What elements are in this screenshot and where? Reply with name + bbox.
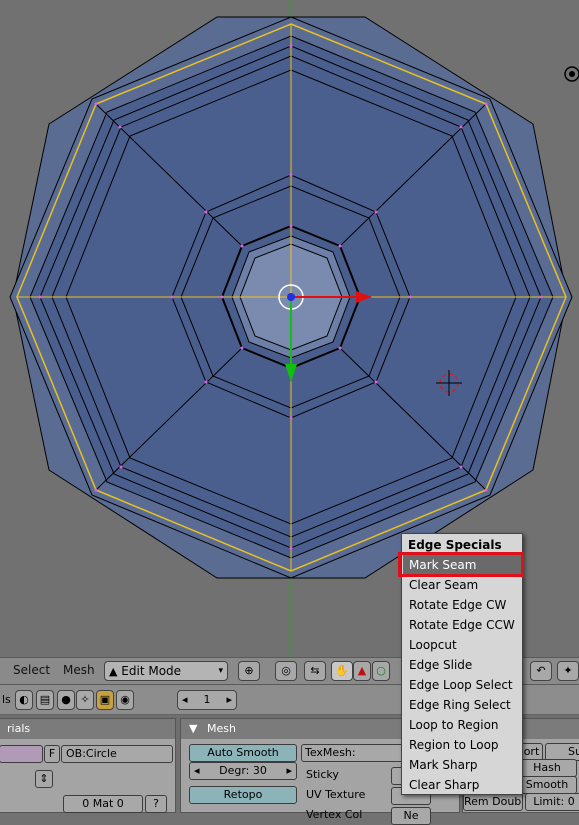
chevron-left-icon: ◂ (182, 693, 188, 706)
menu-item-edge-loop-select[interactable]: Edge Loop Select (403, 675, 521, 695)
retopo-button[interactable]: Retopo (189, 786, 297, 804)
chevron-right-icon: ▸ (226, 693, 232, 706)
menu-item-region-to-loop[interactable]: Region to Loop (403, 735, 521, 755)
object-name-field[interactable]: OB:Circle (61, 745, 173, 763)
magnet-icon[interactable]: ◎ (275, 661, 297, 681)
help-button[interactable]: ? (145, 795, 167, 813)
undo-icon[interactable]: ↶ (530, 661, 552, 681)
mesh-field[interactable] (0, 745, 43, 763)
smooth-button[interactable]: Smooth (517, 776, 577, 794)
auto-smooth-button[interactable]: Auto Smooth (189, 744, 297, 762)
pivot-icon[interactable]: ⊕ (238, 661, 260, 681)
hand-icon[interactable]: ✋ (331, 661, 353, 681)
menu-item-rotate-edge-ccw[interactable]: Rotate Edge CCW (403, 615, 521, 635)
remove-doubles-button[interactable]: Rem Double (463, 793, 523, 811)
menu-item-clear-seam[interactable]: Clear Seam (403, 575, 521, 595)
limit-field[interactable]: Limit: 0 (525, 793, 579, 811)
shading-icon[interactable]: ● (57, 690, 75, 710)
mode-icon: ▲ (109, 665, 118, 678)
scene-icon[interactable]: ◉ (116, 690, 134, 710)
select-menu[interactable]: Select (13, 663, 50, 677)
menu-item-mark-sharp[interactable]: Mark Sharp (403, 755, 521, 775)
menu-item-loop-to-region[interactable]: Loop to Region (403, 715, 521, 735)
render-icon[interactable]: ✦ (557, 661, 579, 681)
collapse-icon[interactable]: ▼ (189, 722, 197, 735)
vertex-color-label: Vertex Col (306, 808, 363, 821)
panel-label-fragment: ls (2, 693, 11, 706)
ring-icon[interactable]: ○ (372, 661, 390, 681)
editing-icon[interactable]: ▣ (96, 690, 114, 710)
menu-title: Edge Specials (408, 538, 502, 552)
hash-button[interactable]: Hash (517, 759, 577, 777)
chevron-left-icon: ◂ (194, 764, 200, 777)
sticky-label: Sticky (306, 768, 339, 781)
material-index-field[interactable]: 0 Mat 0 (63, 795, 143, 813)
chevron-right-icon: ▸ (286, 764, 292, 777)
snap-icon[interactable]: ⇆ (304, 661, 326, 681)
object-icon[interactable]: ✧ (76, 690, 94, 710)
highlight-annotation-box (398, 552, 524, 577)
fake-user-button[interactable]: F (44, 745, 60, 763)
mode-selector[interactable]: ▲ Edit Mode ▾ (104, 661, 228, 681)
frame-field[interactable]: ◂ 1 ▸ (177, 690, 237, 710)
panel-title: rials (0, 719, 175, 739)
vcol-new-button[interactable]: Ne (391, 807, 431, 825)
menu-item-edge-slide[interactable]: Edge Slide (403, 655, 521, 675)
uv-texture-label: UV Texture (306, 788, 366, 801)
script-icon[interactable]: ▤ (36, 690, 54, 710)
menu-item-rotate-edge-cw[interactable]: Rotate Edge CW (403, 595, 521, 615)
mode-value: Edit Mode (121, 664, 182, 678)
link-materials-panel: rials F OB:Circle ⇕ 0 Mat 0 ? (0, 718, 176, 813)
material-stepper[interactable]: ⇕ (35, 770, 53, 788)
menu-item-edge-ring-select[interactable]: Edge Ring Select (403, 695, 521, 715)
chevron-down-icon: ▾ (218, 666, 223, 676)
mesh-menu[interactable]: Mesh (63, 663, 95, 677)
menu-item-clear-sharp[interactable]: Clear Sharp (403, 775, 521, 795)
logic-icon[interactable]: ◐ (15, 690, 33, 710)
degree-field[interactable]: ◂ Degr: 30 ▸ (189, 762, 297, 780)
triangle-icon[interactable]: ▲ (353, 661, 371, 681)
menu-item-loopcut[interactable]: Loopcut (403, 635, 521, 655)
